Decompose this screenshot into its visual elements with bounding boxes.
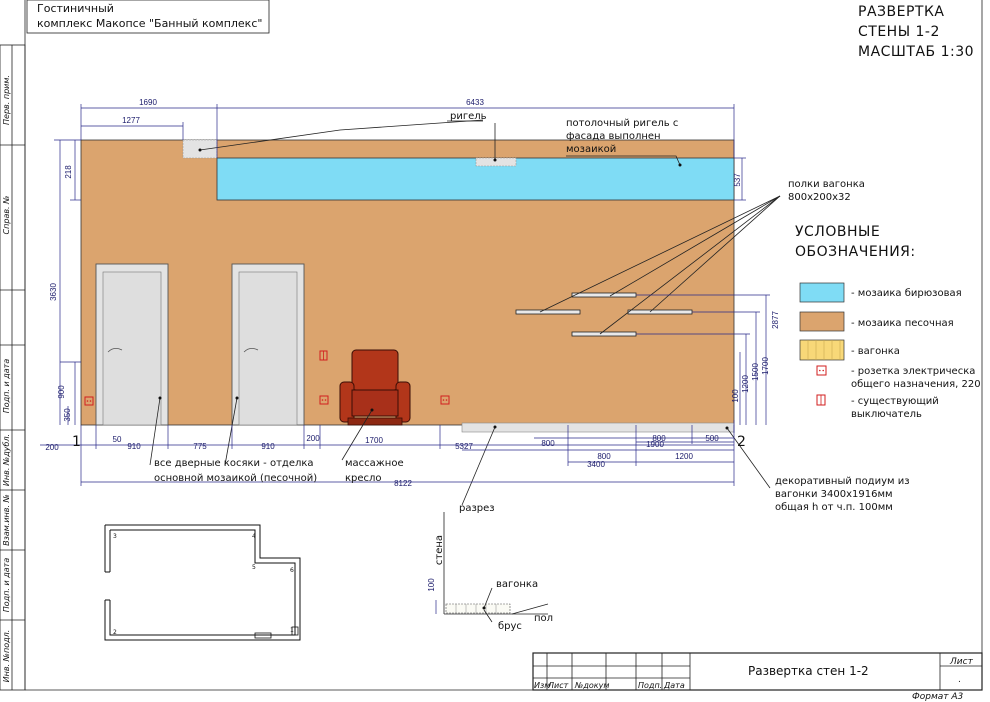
dim-text: 2877 bbox=[771, 311, 780, 329]
stamp-col: №докум bbox=[574, 681, 609, 690]
chair-note-line2: кресло bbox=[345, 473, 382, 484]
dim-text: 910 bbox=[127, 442, 141, 451]
side-stamp-text: Подп. и дата bbox=[2, 558, 11, 613]
stamp-title: Развертка стен 1-2 bbox=[748, 664, 869, 678]
section-wall-label: стена bbox=[434, 535, 445, 565]
legend-item-label: - мозаика бирюзовая bbox=[851, 288, 962, 299]
door-right bbox=[231, 263, 305, 426]
stamp-col: Подп. bbox=[638, 681, 662, 690]
podium-note-line1: декоративный подиум из bbox=[775, 476, 910, 487]
section-dim-100: 100 bbox=[427, 578, 436, 592]
plan-number: 5 bbox=[252, 564, 256, 571]
dim-text: 3630 bbox=[49, 283, 58, 301]
podium-note-line2: вагонки 3400х1916мм bbox=[775, 489, 893, 500]
section-beam-label: брус bbox=[498, 621, 522, 632]
section-floor-label: пол bbox=[534, 613, 553, 624]
legend-switch-line1: - существующий bbox=[851, 396, 939, 407]
dim-text: 800 bbox=[541, 439, 555, 448]
door-left bbox=[95, 263, 169, 426]
project-line1: Гостиничный bbox=[37, 2, 114, 15]
dim-text: 1700 bbox=[365, 436, 383, 445]
title-line3: МАСШТАБ 1:30 bbox=[858, 44, 974, 60]
ceiling-note-line1: потолочный ригель с bbox=[566, 118, 678, 129]
plan-number: 6 bbox=[290, 567, 294, 574]
side-stamp-text: Инв. №дубл. bbox=[2, 434, 11, 486]
dim-text: 537 bbox=[733, 173, 742, 187]
shelves-note-line2: 800х200х32 bbox=[788, 192, 851, 203]
dim-text: 910 bbox=[261, 442, 275, 451]
dim-text: 775 bbox=[193, 442, 207, 451]
plan-number: 1 bbox=[290, 627, 294, 634]
ceiling-note-line2: фасада выполнен bbox=[566, 131, 661, 142]
legend-swatch-turquoise bbox=[799, 282, 845, 303]
side-stamp-text: Справ. № bbox=[2, 196, 11, 235]
shelves-note-line1: полки вагонка bbox=[788, 179, 865, 190]
side-stamp-text: Инв. №подл. bbox=[2, 630, 11, 683]
drawing-sheet: Перв. прим. Справ. № Подп. и дата Инв. №… bbox=[0, 0, 990, 702]
doors-note-line1: все дверные косяки - отделка bbox=[154, 458, 314, 469]
dim-text: 1277 bbox=[122, 116, 140, 125]
plan-number: 2 bbox=[113, 629, 117, 636]
legend-swatch-sand bbox=[799, 311, 845, 332]
format-label: Формат А3 bbox=[912, 692, 964, 702]
stamp-col: Лист bbox=[547, 681, 569, 690]
wall-elevation bbox=[80, 139, 735, 433]
legend-item-label: - мозаика песочная bbox=[851, 318, 954, 329]
legend-title-line1: УСЛОВНЫЕ bbox=[795, 224, 880, 240]
legend-swatch-lining bbox=[799, 339, 845, 361]
chair-note-line1: массажное bbox=[345, 458, 404, 469]
dim-text: 200 bbox=[306, 434, 320, 443]
dim-text: 8122 bbox=[394, 479, 412, 488]
dim-text: 900 bbox=[57, 385, 66, 399]
dim-text: 350 bbox=[63, 408, 72, 422]
side-stamp-text: Перв. прим. bbox=[2, 75, 11, 125]
stamp-sheet-label: Лист bbox=[949, 657, 974, 667]
legend-socket-line2: общего назначения, 220 bbox=[851, 379, 981, 390]
dim-text: 1690 bbox=[139, 98, 157, 107]
dim-text: 1200 bbox=[741, 375, 750, 393]
rigel-label: ригель bbox=[450, 111, 487, 122]
dim-text: 100 bbox=[731, 389, 740, 403]
dim-text: 1500 bbox=[751, 363, 760, 381]
dim-text: 218 bbox=[64, 165, 73, 179]
doors-note-line2: основной мозаикой (песочной) bbox=[154, 473, 317, 484]
dim-text: 1700 bbox=[761, 357, 770, 375]
turquoise-mosaic-beam bbox=[216, 157, 735, 201]
legend-item-label: - вагонка bbox=[851, 346, 900, 357]
legend-title-line2: ОБОЗНАЧЕНИЯ: bbox=[795, 244, 916, 260]
dim-text: 50 bbox=[113, 435, 122, 444]
section-label: разрез bbox=[459, 503, 495, 514]
decorative-podium bbox=[461, 422, 735, 433]
dim-text: 5327 bbox=[455, 442, 473, 451]
stamp-sheet-number: . bbox=[958, 675, 961, 685]
title-line2: СТЕНЫ 1-2 bbox=[858, 24, 940, 40]
legend-socket-line1: - розетка электрическа bbox=[851, 366, 975, 377]
dim-text: 500 bbox=[705, 434, 719, 443]
project-line2: комплекс Макопсе "Банный комплекс" bbox=[37, 17, 262, 30]
plan-number: 4 bbox=[252, 533, 256, 540]
stamp-col: Дата bbox=[663, 681, 685, 690]
point-1-label: 1 bbox=[72, 434, 81, 450]
plan-number: 3 bbox=[113, 533, 117, 540]
dim-text: 3400 bbox=[587, 460, 605, 469]
side-stamp-text: Подп. и дата bbox=[2, 359, 11, 414]
dim-text: 200 bbox=[45, 443, 59, 452]
legend-switch-line2: выключатель bbox=[851, 409, 922, 420]
podium-note-line3: общая h от ч.п. 100мм bbox=[775, 502, 893, 513]
dim-text: 1900 bbox=[646, 440, 664, 449]
point-2-label: 2 bbox=[737, 434, 746, 450]
dim-text: 1200 bbox=[675, 452, 693, 461]
title-line1: РАЗВЕРТКА bbox=[858, 4, 944, 20]
section-lining-label: вагонка bbox=[496, 579, 538, 590]
ceiling-note-line3: мозаикой bbox=[566, 144, 616, 155]
side-stamp-text: Взам.инв. № bbox=[2, 494, 11, 546]
dim-text: 6433 bbox=[466, 98, 484, 107]
